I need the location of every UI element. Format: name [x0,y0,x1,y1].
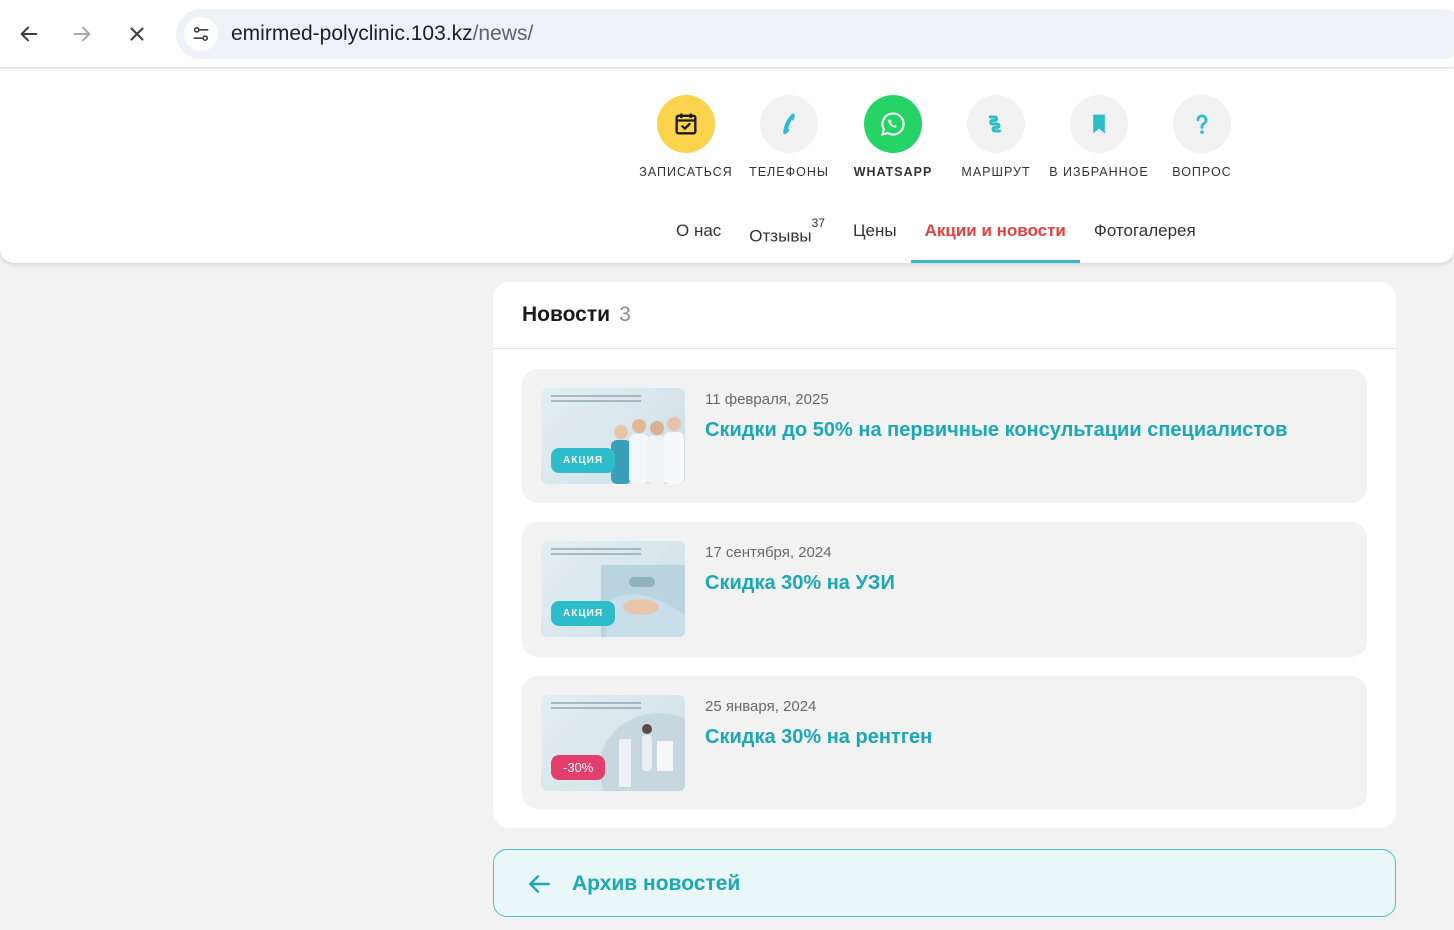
forward-button[interactable] [64,16,100,52]
news-count: 3 [619,303,631,326]
address-bar[interactable]: emirmed-polyclinic.103.kz/news/ [176,9,1454,59]
ultrasound-image [601,565,685,637]
action-question[interactable]: ВОПРОС [1150,95,1254,179]
tab-about[interactable]: О нас [662,214,735,263]
action-phones[interactable]: ТЕЛЕФОНЫ [737,95,841,179]
news-title-link[interactable]: Скидки до 50% на первичные консультации … [705,419,1287,442]
action-label: В ИЗБРАННОЕ [1049,165,1149,179]
xray-image [601,713,685,791]
calendar-check-icon [675,113,697,135]
action-favorites[interactable]: В ИЗБРАННОЕ [1047,95,1151,179]
news-thumbnail: АКЦИЯ [541,541,685,637]
url-host: emirmed-polyclinic.103.kz [231,22,473,45]
action-appointment[interactable]: ЗАПИСАТЬСЯ [634,95,738,179]
question-icon [1196,114,1208,134]
tab-label: Акции и новости [924,221,1066,240]
news-title-link[interactable]: Скидка 30% на рентген [705,726,932,749]
arrow-left-icon [20,26,38,42]
news-thumbnail: АКЦИЯ [541,388,685,484]
archive-label: Архив новостей [572,872,741,895]
section-tabs: О нас Отзывы37 Цены Акции и новости Фото… [662,214,1210,263]
close-icon [130,27,144,41]
news-title-link[interactable]: Скидка 30% на УЗИ [705,572,895,595]
promo-badge: АКЦИЯ [551,601,616,626]
news-item[interactable]: -30% 25 января, 2024 Скидка 30% на рентг… [522,676,1367,809]
tab-reviews[interactable]: Отзывы37 [735,214,839,263]
news-item[interactable]: АКЦИЯ 17 сентября, 2024 Скидка 30% на УЗ… [522,522,1367,657]
appointment-button[interactable] [657,95,715,153]
tab-promotions-news[interactable]: Акции и новости [910,214,1081,263]
site-header: ЗАПИСАТЬСЯ ТЕЛЕФОНЫ WHATSAPP МАРШРУТ В И… [0,69,1454,263]
site-info-button[interactable] [184,17,218,51]
tab-photo-gallery[interactable]: Фотогалерея [1080,214,1210,263]
action-label: WHATSAPP [853,165,933,179]
tune-icon [193,27,209,42]
bookmark-icon [1093,114,1105,134]
question-button[interactable] [1173,95,1231,153]
url-path: /news/ [472,22,534,45]
tab-label: О нас [676,221,722,240]
action-label: МАРШРУТ [961,165,1031,179]
news-section: Новости 3 АКЦИЯ 11 февраля, 2025 Скидки … [493,282,1396,828]
whatsapp-icon [881,112,905,136]
arrow-right-icon [73,26,91,42]
promo-badge: АКЦИЯ [551,448,616,473]
back-button[interactable] [11,16,47,52]
news-title: Новости [522,303,611,326]
news-item[interactable]: АКЦИЯ 11 февраля, 2025 Скидки до 50% на … [522,369,1367,503]
news-date: 25 января, 2024 [705,698,817,715]
url-text[interactable]: emirmed-polyclinic.103.kz/news/ [231,22,533,46]
doctors-image [611,417,684,484]
reviews-count: 37 [811,216,825,230]
tab-label: Фотогалерея [1093,221,1196,240]
tab-prices[interactable]: Цены [839,214,911,263]
action-whatsapp[interactable]: WHATSAPP [841,95,945,179]
news-date: 11 февраля, 2025 [705,391,829,408]
whatsapp-button[interactable] [864,95,922,153]
phone-icon [783,113,795,135]
action-route[interactable]: МАРШРУТ [944,95,1048,179]
route-icon [988,115,1002,133]
tab-label: Отзывы [749,226,812,246]
phones-button[interactable] [760,95,818,153]
news-header: Новости 3 [493,282,1396,349]
favorites-button[interactable] [1070,95,1128,153]
action-label: ВОПРОС [1172,165,1232,179]
tab-label: Цены [852,221,897,240]
route-button[interactable] [967,95,1025,153]
stop-loading-button[interactable] [119,16,155,52]
news-archive-button[interactable]: Архив новостей [493,849,1396,917]
browser-toolbar: emirmed-polyclinic.103.kz/news/ [0,0,1454,68]
action-label: ТЕЛЕФОНЫ [749,165,829,179]
action-label: ЗАПИСАТЬСЯ [639,165,733,179]
discount-badge: -30% [551,755,606,780]
news-date: 17 сентября, 2024 [705,544,832,561]
news-thumbnail: -30% [541,695,685,791]
arrow-left-icon [529,875,550,893]
